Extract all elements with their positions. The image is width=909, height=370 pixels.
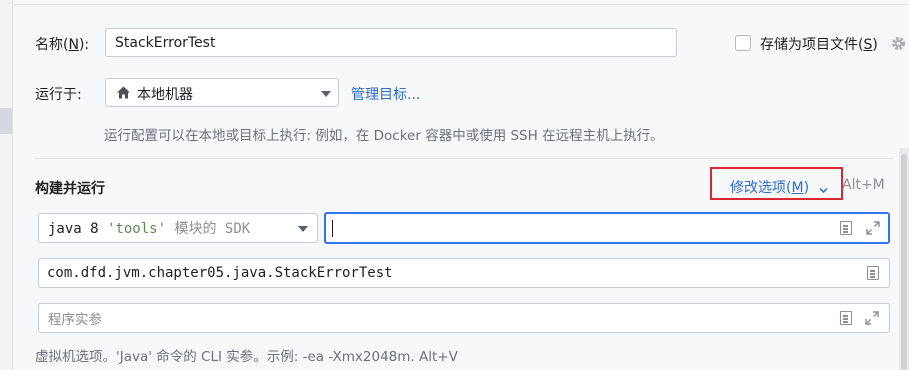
scrollbar-thumb[interactable]: [901, 154, 907, 370]
run-target-value: 本地机器: [137, 87, 193, 103]
modify-options-prefix: 修改选项(: [730, 180, 792, 196]
vertical-scrollbar[interactable]: [899, 148, 909, 370]
left-panel-strip: [0, 0, 13, 370]
document-icon[interactable]: [867, 266, 879, 280]
store-label-prefix: 存储为项目文件(: [760, 37, 864, 53]
left-panel-selected-item[interactable]: [0, 108, 12, 134]
home-icon: [116, 85, 131, 100]
chevron-down-icon: [298, 226, 308, 232]
name-input-value: StackErrorTest: [115, 34, 216, 51]
jdk-select[interactable]: java 8 'tools' 模块的 SDK: [38, 213, 318, 243]
run-target-select[interactable]: 本地机器: [105, 78, 339, 107]
manage-targets-link[interactable]: 管理目标...: [351, 84, 420, 104]
modify-options-link[interactable]: 修改选项(M): [730, 177, 809, 197]
jdk-select-value: java 8 'tools' 模块的 SDK: [48, 218, 250, 238]
expand-icon[interactable]: [866, 221, 880, 235]
name-label-suffix: ):: [78, 37, 90, 53]
document-icon[interactable]: [840, 221, 852, 235]
build-run-title: 构建并运行: [35, 181, 105, 197]
jdk-module-name: 'tools': [107, 221, 167, 237]
name-label-mnemonic: N: [68, 37, 79, 53]
modify-options-mnemonic: M: [791, 180, 804, 196]
vm-options-hint: 虚拟机选项。'Java' 命令的 CLI 实参。示例: -ea -Xmx2048…: [35, 349, 458, 365]
gear-icon[interactable]: [890, 35, 907, 52]
modify-options-shortcut: Alt+M: [842, 177, 885, 193]
jdk-version: java 8: [48, 221, 99, 237]
jdk-module-suffix: 模块的 SDK: [174, 221, 251, 237]
chevron-down-icon: [321, 91, 331, 97]
store-as-project-file-label[interactable]: 存储为项目文件(S): [760, 34, 878, 54]
program-params-placeholder: 程序实参: [48, 312, 102, 328]
store-as-project-file-checkbox[interactable]: [735, 35, 751, 51]
top-divider: [14, 4, 909, 5]
store-label-suffix: ): [872, 37, 878, 53]
text-cursor: [332, 220, 333, 237]
chevron-down-icon[interactable]: [819, 182, 828, 194]
run-on-hint: 运行配置可以在本地或目标上执行: 例如，在 Docker 容器中或使用 SSH …: [104, 128, 664, 144]
main-class-value: com.dfd.jvm.chapter05.java.StackErrorTes…: [47, 265, 393, 281]
name-label: 名称(N):: [35, 34, 89, 54]
name-input[interactable]: StackErrorTest: [105, 28, 677, 57]
modify-options-suffix: ): [803, 180, 810, 196]
expand-icon[interactable]: [865, 311, 879, 325]
run-on-label: 运行于:: [35, 87, 82, 103]
program-arguments-input[interactable]: [324, 212, 890, 244]
program-params-input[interactable]: 程序实参: [38, 303, 890, 333]
document-icon[interactable]: [840, 311, 852, 325]
main-class-input[interactable]: com.dfd.jvm.chapter05.java.StackErrorTes…: [38, 258, 890, 288]
name-label-prefix: 名称(: [35, 37, 69, 53]
section-divider: [34, 158, 894, 159]
